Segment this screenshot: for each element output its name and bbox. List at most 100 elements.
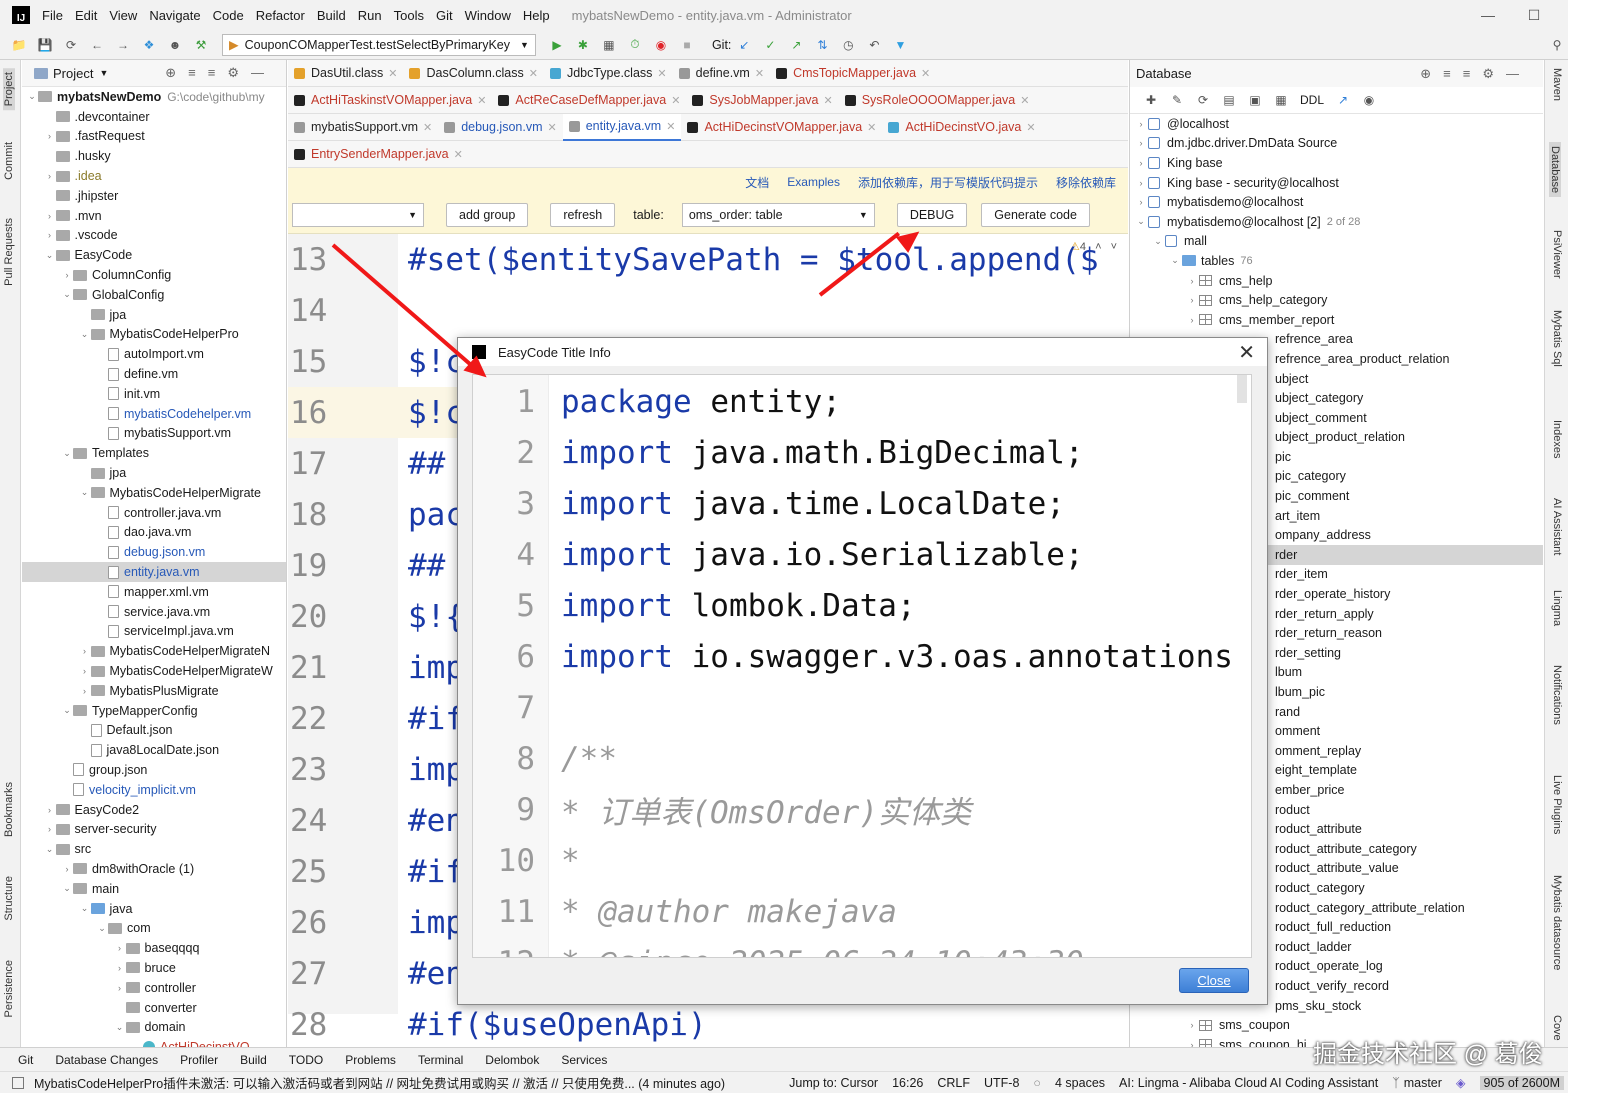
chevron-icon[interactable]: ⌄ [44,844,56,855]
project-toolbar-icons[interactable]: ⊕≡≡⚙— [165,65,276,81]
chevron-icon[interactable]: › [1185,295,1199,305]
project-tree-item[interactable]: jpa [22,463,286,483]
project-tree-item[interactable]: dao.java.vm [22,523,286,543]
refresh-button[interactable]: refresh [550,202,616,227]
close-tab-icon[interactable]: ✕ [477,94,486,107]
chevron-icon[interactable]: › [44,805,56,815]
project-tree-item[interactable]: .jhipster [22,186,286,206]
maven-tool-tab[interactable]: Maven [1551,68,1563,101]
lingma-status-icon[interactable]: ◈ [1456,1075,1466,1090]
menu-help[interactable]: Help [523,8,550,23]
datasource-properties-icon[interactable]: ✎ [1169,92,1185,108]
mybatis-datasource-tool-tab[interactable]: Mybatis datasource [1551,875,1563,970]
chevron-icon[interactable]: › [114,983,126,993]
lingma-tool-tab[interactable]: Lingma [1551,590,1563,626]
group-select[interactable]: ▼ [292,202,424,227]
chevron-icon[interactable]: ⌄ [44,250,56,261]
search-icon[interactable]: ⚲ [1549,37,1565,53]
git-branch[interactable]: master [1404,1076,1442,1090]
chevron-icon[interactable]: ⌄ [79,329,91,340]
menu-file[interactable]: File [42,8,63,23]
project-tree-item[interactable]: init.vm [22,384,286,404]
menu-tools[interactable]: Tools [394,8,424,23]
editor-tab[interactable]: debug.json.vm ✕ [438,114,563,141]
bottom-tool-delombok[interactable]: Delombok [485,1053,539,1067]
project-panel-title[interactable]: Project [53,66,93,81]
close-tab-icon[interactable]: ✕ [388,67,397,80]
jump-to-cursor[interactable]: Jump to: Cursor [789,1076,878,1090]
bottom-tool-git[interactable]: Git [18,1053,33,1067]
close-tab-icon[interactable]: ✕ [657,67,666,80]
run-configuration-select[interactable]: ▶ CouponCOMapperTest.testSelectByPrimary… [222,33,536,56]
minimize-icon[interactable]: — [1465,7,1511,24]
database-tree-item[interactable]: › sms_coupon [1130,1015,1543,1035]
chevron-icon[interactable]: › [114,963,126,973]
editor-tab[interactable]: EntrySenderMapper.java ✕ [288,141,469,168]
memory-indicator[interactable]: 905 of 2600M [1479,1075,1564,1090]
close-tab-icon[interactable]: ✕ [666,120,675,133]
editor-tab[interactable]: DasUtil.class ✕ [288,60,403,87]
ai-plugin-icon[interactable]: ▼ [892,37,908,53]
bookmarks-tool-tab[interactable]: Bookmarks [3,782,15,837]
persistence-tool-tab[interactable]: Persistence [3,960,15,1017]
save-icon[interactable]: 💾 [37,37,53,53]
menu-git[interactable]: Git [436,8,453,23]
chevron-icon[interactable]: › [1134,138,1148,148]
chevron-icon[interactable]: ⌄ [114,1022,126,1033]
commit-tool-tab[interactable]: Commit [3,142,15,180]
editor-tab[interactable]: ActHiDecinstVOMapper.java ✕ [681,114,882,141]
status-message[interactable]: MybatisCodeHelperPro插件未激活: 可以输入激活码或者到网站 … [34,1073,725,1092]
sync-icon[interactable]: ⟳ [63,37,79,53]
back-icon[interactable]: ← [89,37,105,53]
close-icon[interactable]: ✕ [1238,340,1255,365]
table-select[interactable]: oms_order: table ▼ [681,202,875,227]
project-tree-item[interactable]: › controller [22,978,286,998]
ddl-button[interactable]: DDL [1300,93,1324,107]
close-tab-icon[interactable]: ✕ [867,121,876,134]
database-tree-item[interactable]: ⌄ tables 76 [1130,251,1543,271]
profile-icon[interactable]: ⏱ [627,37,643,53]
git-push-icon[interactable]: ↗ [788,37,804,53]
bottom-tool-todo[interactable]: TODO [289,1053,323,1067]
dialog-code-preview[interactable]: 1 package entity; 2 import java.math.BigDec… [472,374,1252,958]
editor-tab[interactable]: SysRoleOOOOMapper.java ✕ [839,87,1036,114]
console-icon[interactable]: ▣ [1247,92,1263,108]
close-tab-icon[interactable]: ✕ [755,67,764,80]
git-commit-icon[interactable]: ✓ [762,37,778,53]
project-tree-item[interactable]: autoImport.vm [22,344,286,364]
project-tree-item[interactable]: ⌄ src [22,839,286,859]
database-tree-item[interactable]: › cms_help [1130,271,1543,291]
bottom-tool-build[interactable]: Build [240,1053,267,1067]
indent-setting[interactable]: 4 spaces [1055,1076,1105,1090]
debug-icon[interactable]: ✱ [575,37,591,53]
chevron-icon[interactable]: ⌄ [61,448,73,459]
bottom-tool-terminal[interactable]: Terminal [418,1053,463,1067]
close-tab-icon[interactable]: ✕ [529,67,538,80]
mybatis-sql-tool-tab[interactable]: Mybatis Sql [1551,310,1563,367]
close-tab-icon[interactable]: ✕ [1020,94,1029,107]
forward-icon[interactable]: → [115,37,131,53]
git-fetch-icon[interactable]: ⇅ [814,37,830,53]
project-tree-item[interactable]: mybatisSupport.vm [22,424,286,444]
project-tree-item[interactable]: converter [22,998,286,1018]
editor-tab[interactable]: SysJobMapper.java ✕ [686,87,838,114]
chevron-icon[interactable]: › [44,824,56,834]
info-link[interactable]: 文档 [745,174,769,191]
bottom-tool-profiler[interactable]: Profiler [180,1053,218,1067]
project-tree-item[interactable]: ⌄ MybatisCodeHelperMigrate [22,483,286,503]
run-icon[interactable]: ▶ [549,37,565,53]
debug-button[interactable]: DEBUG [896,202,968,227]
git-update-icon[interactable]: ↙ [736,37,752,53]
project-tree-item[interactable]: › dm8withOracle (1) [22,859,286,879]
project-tree-item[interactable]: velocity_implicit.vm [22,780,286,800]
indexes-tool-tab[interactable]: Indexes [1551,420,1563,459]
menu-code[interactable]: Code [213,8,244,23]
project-tree-item[interactable]: ⌄ GlobalConfig [22,285,286,305]
project-tree-item[interactable]: › .fastRequest [22,127,286,147]
project-tree-item[interactable]: › .idea [22,166,286,186]
project-tree-item[interactable]: mapper.xml.vm [22,582,286,602]
chevron-icon[interactable]: ⌄ [79,487,91,498]
project-tree-item[interactable]: .husky [22,146,286,166]
chevron-icon[interactable]: ⌄ [61,289,73,300]
project-tree-item[interactable]: ⌄ domain [22,1017,286,1037]
